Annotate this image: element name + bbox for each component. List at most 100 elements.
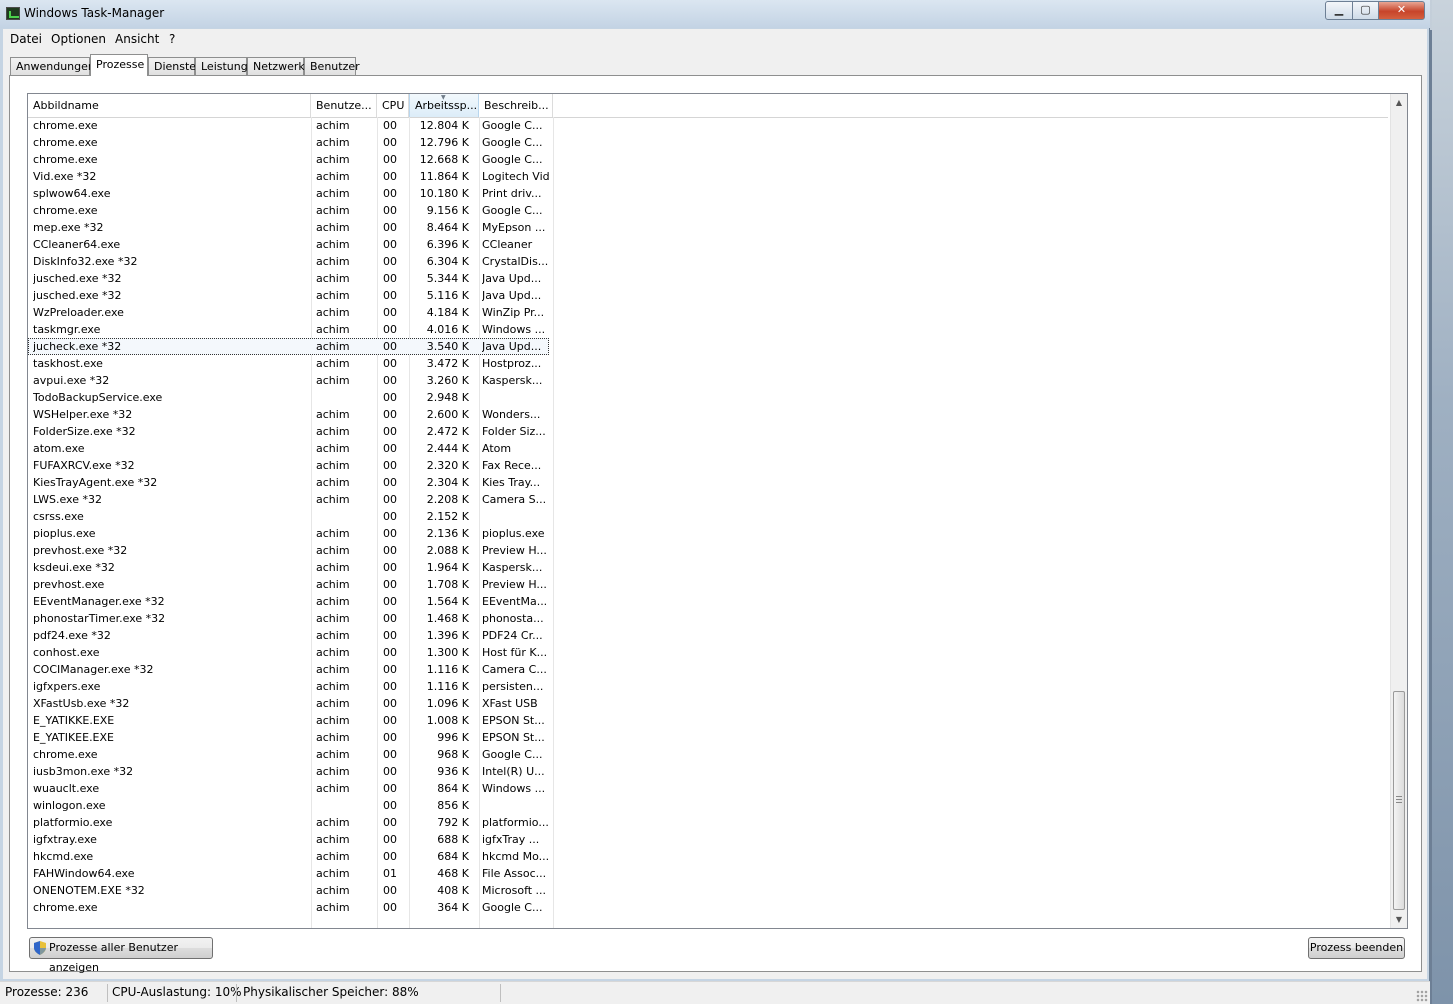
table-row[interactable]: TodoBackupService.exe 00 2.948 K [28, 389, 1388, 406]
cell-image-name: chrome.exe [33, 119, 98, 132]
cell-image-name: splwow64.exe [33, 187, 111, 200]
cell-cpu: 00 [383, 612, 397, 625]
cell-image-name: chrome.exe [33, 136, 98, 149]
cell-description: EPSON St... [482, 714, 545, 727]
table-row[interactable]: chrome.exe achim 00 968 K Google C... [28, 746, 1388, 763]
maximize-button[interactable]: ▢ [1352, 1, 1379, 20]
tab-prozesse[interactable]: Prozesse [90, 54, 148, 76]
table-row[interactable]: iusb3mon.exe *32 achim 00 936 K Intel(R) U..… [28, 763, 1388, 780]
table-row[interactable]: DiskInfo32.exe *32 achim 00 6.304 K CrystalD… [28, 253, 1388, 270]
end-process-button[interactable]: Prozess beenden [1308, 937, 1405, 959]
menu-help[interactable]: ? [169, 32, 175, 46]
table-row[interactable]: chrome.exe achim 00 12.796 K Google C... [28, 134, 1388, 151]
table-row[interactable]: chrome.exe achim 00 9.156 K Google C... [28, 202, 1388, 219]
scroll-up-arrow-icon[interactable]: ▲ [1391, 94, 1407, 111]
table-row[interactable]: igfxtray.exe achim 00 688 K igfxTray ... [28, 831, 1388, 848]
table-row[interactable]: chrome.exe achim 00 364 K Google C... [28, 899, 1388, 916]
cell-description: Google C... [482, 136, 543, 149]
table-row[interactable]: WzPreloader.exe achim 00 4.184 K WinZip Pr..… [28, 304, 1388, 321]
cell-user: achim [316, 697, 350, 710]
status-process-count: Prozesse: 236 [5, 985, 89, 999]
table-row[interactable]: WSHelper.exe *32 achim 00 2.600 K Wonders... [28, 406, 1388, 423]
table-row[interactable]: hkcmd.exe achim 00 684 K hkcmd Mo... [28, 848, 1388, 865]
column-header-user[interactable]: Benutze... [311, 94, 377, 117]
scroll-down-arrow-icon[interactable]: ▼ [1391, 911, 1407, 928]
cell-memory: 2.088 K [426, 544, 469, 557]
tab-leistung[interactable]: Leistung [195, 57, 248, 75]
table-row[interactable]: EEventManager.exe *32 achim 00 1.564 K EEven… [28, 593, 1388, 610]
table-row[interactable]: avpui.exe *32 achim 00 3.260 K Kaspersk... [28, 372, 1388, 389]
vertical-scrollbar[interactable]: ▲ ▼ [1390, 94, 1407, 928]
table-row[interactable]: splwow64.exe achim 00 10.180 K Print driv... [28, 185, 1388, 202]
table-row[interactable]: Vid.exe *32 achim 00 11.864 K Logitech Vid [28, 168, 1388, 185]
cell-memory: 12.796 K [419, 136, 469, 149]
column-header-image-name[interactable]: Abbildname [28, 94, 311, 117]
table-row[interactable]: COCIManager.exe *32 achim 00 1.116 K Camera … [28, 661, 1388, 678]
tab-anwendungen[interactable]: Anwendungen [10, 57, 95, 75]
table-row[interactable]: XFastUsb.exe *32 achim 00 1.096 K XFast USB [28, 695, 1388, 712]
table-row[interactable]: taskmgr.exe achim 00 4.016 K Windows ... [28, 321, 1388, 338]
table-row[interactable]: jusched.exe *32 achim 00 5.116 K Java Upd... [28, 287, 1388, 304]
process-list[interactable]: Abbildname Benutze... CPU ▼ Arbeitssp...… [27, 93, 1408, 929]
column-header-memory[interactable]: ▼ Arbeitssp... [409, 94, 479, 117]
cell-image-name: KiesTrayAgent.exe *32 [33, 476, 158, 489]
cell-description: platformio... [482, 816, 549, 829]
table-row[interactable]: FAHWindow64.exe achim 01 468 K File Assoc... [28, 865, 1388, 882]
table-row[interactable]: csrss.exe 00 2.152 K [28, 508, 1388, 525]
column-header-cpu[interactable]: CPU [377, 94, 409, 117]
cell-memory: 2.948 K [426, 391, 469, 404]
table-row[interactable]: FolderSize.exe *32 achim 00 2.472 K Folder S… [28, 423, 1388, 440]
table-row[interactable]: E_YATIKKE.EXE achim 00 1.008 K EPSON St... [28, 712, 1388, 729]
table-row[interactable]: KiesTrayAgent.exe *32 achim 00 2.304 K Kies … [28, 474, 1388, 491]
cell-description: Wonders... [482, 408, 541, 421]
menu-datei[interactable]: Datei [10, 32, 42, 46]
table-row[interactable]: ksdeui.exe *32 achim 00 1.964 K Kaspersk... [28, 559, 1388, 576]
cell-image-name: platformio.exe [33, 816, 113, 829]
table-row[interactable]: ONENOTEM.EXE *32 achim 00 408 K Microsoft ..… [28, 882, 1388, 899]
table-row[interactable]: winlogon.exe 00 856 K [28, 797, 1388, 814]
tab-netzwerk[interactable]: Netzwerk [247, 57, 305, 75]
column-header-memory-label: Arbeitssp... [415, 99, 478, 112]
cell-memory: 1.964 K [426, 561, 469, 574]
table-row[interactable]: platformio.exe achim 00 792 K platformio... [28, 814, 1388, 831]
table-row[interactable]: FUFAXRCV.exe *32 achim 00 2.320 K Fax Rece..… [28, 457, 1388, 474]
cell-memory: 1.708 K [426, 578, 469, 591]
column-header-description[interactable]: Beschreib... [479, 94, 553, 117]
cell-image-name: prevhost.exe *32 [33, 544, 128, 557]
cell-cpu: 00 [383, 595, 397, 608]
table-row[interactable]: conhost.exe achim 00 1.300 K Host für K... [28, 644, 1388, 661]
cell-image-name: chrome.exe [33, 204, 98, 217]
show-all-users-button[interactable]: Prozesse aller Benutzer anzeigen [29, 937, 213, 974]
tab-benutzer[interactable]: Benutzer [304, 57, 360, 75]
cell-user [316, 797, 374, 814]
table-row[interactable]: chrome.exe achim 00 12.804 K Google C... [28, 117, 1388, 134]
table-row[interactable]: pdf24.exe *32 achim 00 1.396 K PDF24 Cr... [28, 627, 1388, 644]
cell-user: achim [316, 442, 350, 455]
menu-optionen[interactable]: Optionen [51, 32, 106, 46]
table-row[interactable]: taskhost.exe achim 00 3.472 K Hostproz... [28, 355, 1388, 372]
table-row[interactable]: pioplus.exe achim 00 2.136 K pioplus.exe [28, 525, 1388, 542]
resize-grip-icon[interactable] [1416, 990, 1428, 1002]
close-button[interactable]: ✕ [1378, 1, 1425, 20]
table-row[interactable]: jucheck.exe *32 achim 00 3.540 K Java Upd... [28, 338, 1388, 355]
cell-description: EEventMa... [482, 595, 548, 608]
scrollbar-thumb[interactable] [1393, 691, 1405, 910]
table-row[interactable]: chrome.exe achim 00 12.668 K Google C... [28, 151, 1388, 168]
title-bar[interactable]: Windows Task-Manager ▁ ▢ ✕ [0, 0, 1430, 28]
table-row[interactable]: CCleaner64.exe achim 00 6.396 K CCleaner [28, 236, 1388, 253]
table-row[interactable]: prevhost.exe *32 achim 00 2.088 K Preview H.… [28, 542, 1388, 559]
cell-image-name: EEventManager.exe *32 [33, 595, 165, 608]
menu-ansicht[interactable]: Ansicht [115, 32, 159, 46]
table-row[interactable]: atom.exe achim 00 2.444 K Atom [28, 440, 1388, 457]
cell-user: achim [316, 884, 350, 897]
table-row[interactable]: E_YATIKEE.EXE achim 00 996 K EPSON St... [28, 729, 1388, 746]
table-row[interactable]: mep.exe *32 achim 00 8.464 K MyEpson ... [28, 219, 1388, 236]
tab-dienste[interactable]: Dienste [148, 57, 196, 75]
table-row[interactable]: phonostarTimer.exe *32 achim 00 1.468 K phon… [28, 610, 1388, 627]
table-row[interactable]: wuauclt.exe achim 00 864 K Windows ... [28, 780, 1388, 797]
table-row[interactable]: jusched.exe *32 achim 00 5.344 K Java Upd... [28, 270, 1388, 287]
minimize-button[interactable]: ▁ [1325, 1, 1353, 20]
table-row[interactable]: igfxpers.exe achim 00 1.116 K persisten... [28, 678, 1388, 695]
table-row[interactable]: prevhost.exe achim 00 1.708 K Preview H... [28, 576, 1388, 593]
table-row[interactable]: LWS.exe *32 achim 00 2.208 K Camera S... [28, 491, 1388, 508]
